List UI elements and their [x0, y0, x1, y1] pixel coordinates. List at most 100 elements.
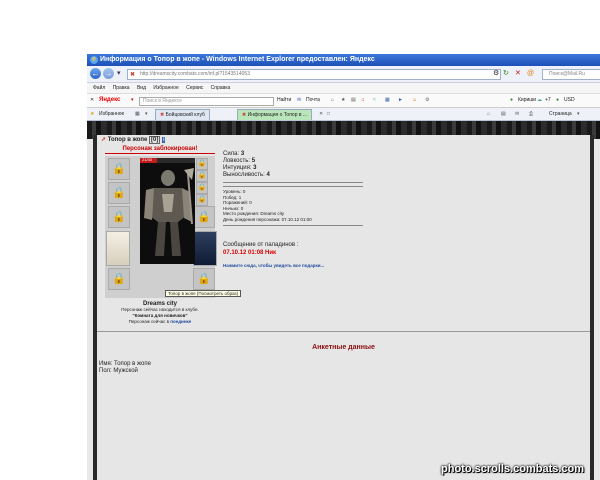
menu-favorites[interactable]: Избранное [153, 85, 178, 91]
tooltip: Топор в жопе (Посмотреть образ) [165, 290, 242, 297]
stat-endurance: Выносливость: 4 [223, 172, 270, 178]
character-info-page: ➚ Топор в жопе [0] i Персонаж заблокиров… [93, 135, 594, 480]
character-name: ➚ Топор в жопе [0] i [101, 136, 166, 144]
stat-agility: Ловкость: 5 [223, 158, 256, 164]
window-title: Информация о Топор в жопе - Windows Inte… [100, 56, 375, 63]
search-input[interactable]: Поиск@Mail.Ru [542, 69, 600, 80]
slot-belt-lock-icon[interactable]: 🔒 [108, 268, 130, 290]
slot-gloves-lock-icon[interactable]: 🔒 [193, 206, 215, 228]
network-icon[interactable]: ≈ [373, 94, 376, 107]
menu-file[interactable]: Файл [93, 85, 105, 91]
download-icon[interactable]: ▦ [385, 94, 390, 107]
pants-item[interactable] [193, 231, 217, 266]
location-block: Dreams city Персонаж сейчас находится в … [105, 301, 215, 325]
new-tab-icon[interactable]: □ [327, 108, 330, 120]
recent-pages-icon[interactable]: ▾ [117, 69, 121, 79]
currency-icon: ● [556, 97, 560, 103]
find-button[interactable]: Найти [277, 94, 291, 107]
battle-link[interactable]: поединке [170, 319, 191, 324]
anketa-block: Имя: Топор в жопе Пол: Мужской [99, 361, 151, 375]
music-icon[interactable]: ♫ [361, 94, 365, 107]
media-icon[interactable]: ► [398, 94, 403, 107]
back-button[interactable]: ← [90, 68, 101, 79]
title-bar: e Информация о Топор в жопе - Windows In… [87, 54, 600, 66]
info-block: Уровень: 0 Побед: 1 Поражений: 0 Ничьих:… [223, 189, 312, 222]
tab-combats[interactable]: ✖ Бойцовский клуб [155, 109, 210, 120]
page-menu-arrow-icon[interactable]: ▾ [577, 108, 580, 120]
forward-button[interactable]: → [103, 68, 114, 79]
feeds-icon[interactable]: ▤ [501, 108, 506, 120]
close-tab-icon[interactable]: ✕ [319, 108, 323, 120]
print-icon[interactable]: ⎙ [529, 108, 533, 120]
tab-info[interactable]: ✖ Информация о Топор в ... [237, 109, 313, 120]
translate-icon[interactable]: ▤ [351, 94, 356, 107]
yandex-toolbar: ✕ Яндекс ▾ Поиск в Яндексе Найти ✉ Почта… [87, 93, 600, 108]
yandex-options-icon[interactable]: ▾ [131, 94, 134, 107]
read-mail-icon[interactable]: ✉ [515, 108, 519, 120]
anketa-name: Имя: Топор в жопе [99, 361, 151, 367]
home-page-icon[interactable]: ⌂ [487, 108, 490, 120]
character-portrait[interactable]: 21/30 [140, 157, 195, 264]
stat-intuition: Интуиция: 3 [223, 165, 257, 171]
level-badge: [0] [149, 136, 161, 144]
hp-bar: 21/30 [140, 157, 195, 163]
shirt-item[interactable] [106, 231, 130, 266]
menu-view[interactable]: Вид [137, 85, 146, 91]
section-divider [97, 331, 590, 332]
anketa-sex: Пол: Мужской [99, 368, 138, 374]
paladin-message: Сообщение от паладинов : 07.10.12 01:08 … [223, 241, 298, 257]
info-divider [223, 225, 363, 226]
paladin-header: Сообщение от паладинов : [223, 242, 299, 248]
menu-help[interactable]: Справка [211, 85, 231, 91]
site-favicon-icon: ✖ [130, 72, 136, 78]
weather-city[interactable]: Кириши [518, 94, 536, 107]
slot-helmet-lock-icon[interactable]: 🔒 [108, 158, 130, 180]
quick-tabs-icon[interactable]: ▦ [135, 108, 140, 120]
menu-bar: Файл Правка Вид Избранное Сервис Справка [87, 83, 600, 93]
refresh-icon[interactable]: ↻ [503, 69, 509, 79]
page-menu[interactable]: Страница [549, 108, 572, 120]
slot-ring1-lock-icon[interactable]: 🔒 [196, 182, 208, 194]
menu-tools[interactable]: Сервис [186, 85, 203, 91]
mail-icon[interactable]: ✉ [297, 94, 301, 107]
stats-divider [223, 182, 363, 183]
ie-icon: e [90, 56, 98, 64]
stats-block: Сила: 3 Ловкость: 5 Интуиция: 3 Вынослив… [223, 151, 270, 179]
settings-icon[interactable]: ⚙ [425, 94, 429, 107]
stop-icon[interactable]: ✕ [515, 69, 521, 79]
slot-ring2-lock-icon[interactable]: 🔒 [196, 194, 208, 206]
weather-icon: ● [510, 97, 514, 103]
mailru-icon[interactable]: @ [527, 69, 534, 79]
slot-boots-lock-icon[interactable]: 🔒 [193, 268, 215, 290]
gifts-link[interactable]: Нажмите сюда, чтобы увидеть все подарки.… [223, 263, 324, 268]
tab-list-icon[interactable]: ▾ [145, 108, 148, 120]
address-input[interactable]: ✖ http://dreamscity.combats.com/inf.pl?1… [127, 69, 501, 80]
chat-icon[interactable]: ☺ [412, 94, 417, 107]
paladin-date: 07.10.12 01:08 Ник [223, 250, 277, 256]
close-toolbar-icon[interactable]: ✕ [90, 94, 94, 107]
yandex-logo[interactable]: Яндекс [99, 94, 120, 107]
character-arrow-icon: ➚ [101, 137, 107, 143]
mail-button[interactable]: Почта [306, 94, 320, 107]
temperature: +7 [545, 97, 551, 103]
yandex-search-input[interactable]: Поиск в Яндексе [139, 97, 274, 106]
menu-edit[interactable]: Правка [113, 85, 130, 91]
currency: USD [564, 97, 575, 103]
tab-favicon-icon: ✖ [160, 112, 165, 118]
slot-necklace-lock-icon[interactable]: 🔒 [196, 170, 208, 182]
watermark: photo.scrolls.combats.com [441, 463, 585, 475]
hp-text: 21/30 [142, 157, 153, 162]
address-row: ← → ▾ ✖ http://dreamscity.combats.com/in… [87, 66, 600, 83]
favorites-button[interactable]: Избранное [99, 108, 124, 120]
browser-window: e Информация о Топор в жопе - Windows In… [87, 54, 600, 480]
info-icon[interactable]: i [162, 137, 166, 143]
compat-view-icon[interactable]: ⚙ [493, 69, 499, 79]
armored-knight-image [144, 168, 194, 256]
favorites-star-icon[interactable]: ★ [90, 108, 94, 120]
slot-armor-lock-icon[interactable]: 🔒 [108, 206, 130, 228]
home-icon[interactable]: ⌂ [331, 94, 334, 107]
slot-weapon-lock-icon[interactable]: 🔒 [108, 182, 130, 204]
bookmark-icon[interactable]: ★ [341, 94, 345, 107]
address-text: http://dreamscity.combats.com/inf.pl?154… [140, 71, 250, 77]
slot-earring-lock-icon[interactable]: 🔒 [196, 158, 208, 170]
